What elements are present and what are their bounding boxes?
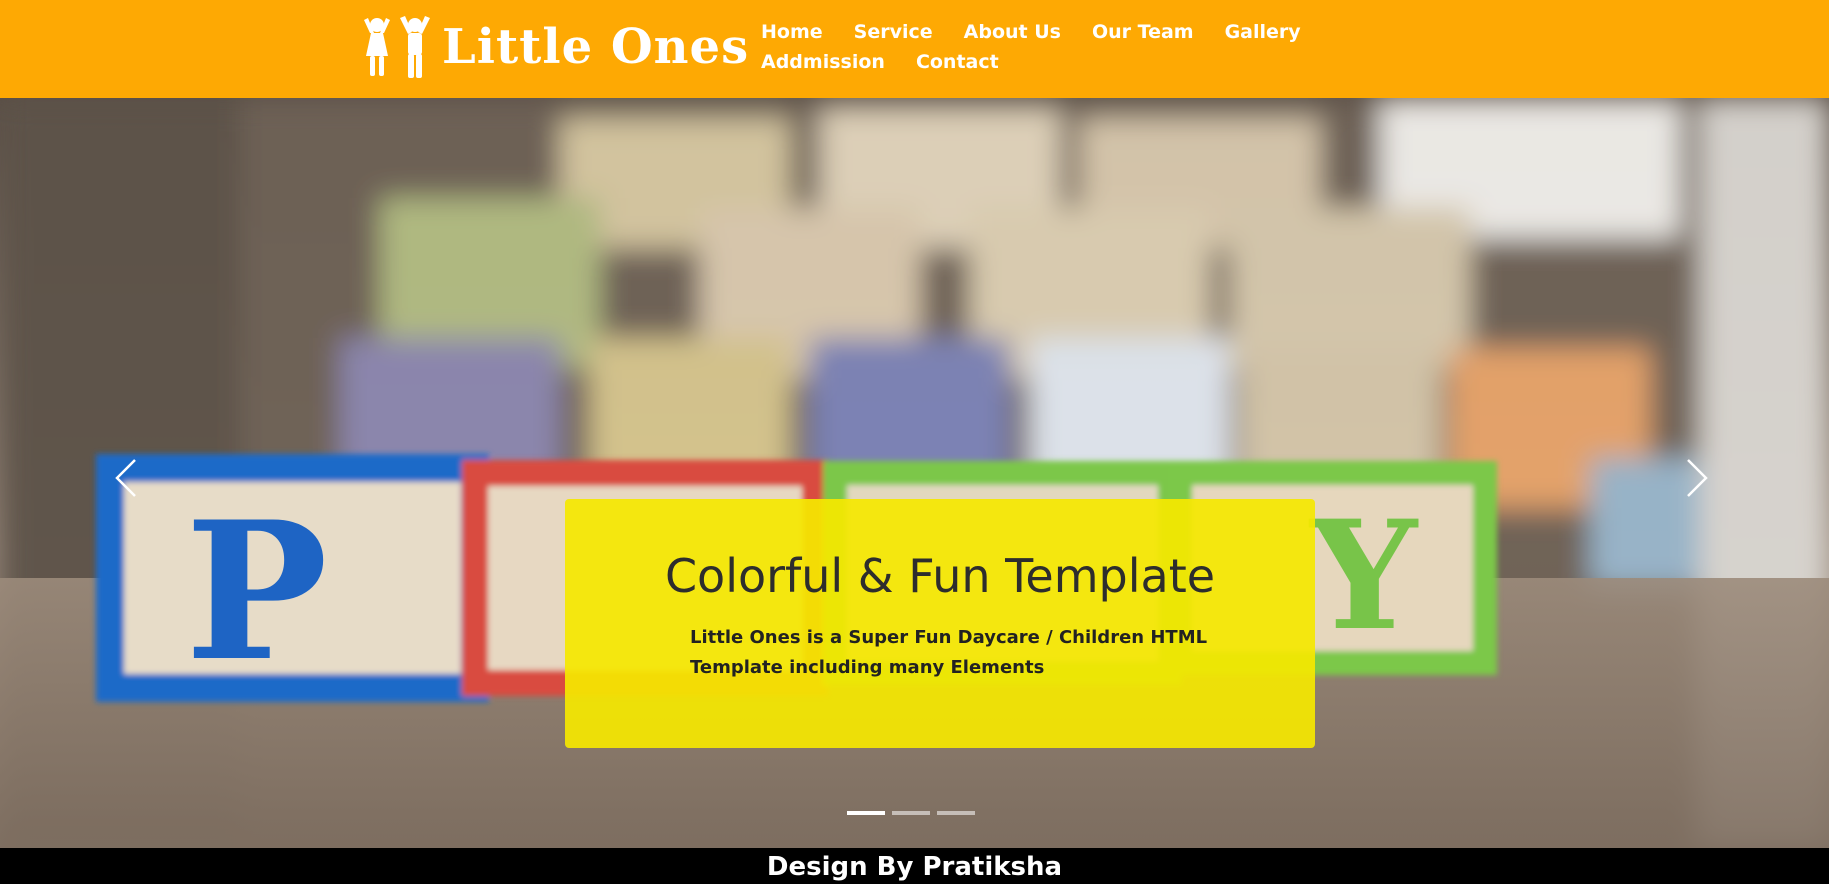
svg-text:Y: Y: [1308, 488, 1419, 664]
nav-about-us[interactable]: About Us: [964, 20, 1061, 44]
svg-text:P: P: [185, 480, 328, 703]
carousel-indicator-2[interactable]: [892, 811, 930, 815]
chevron-right-icon: [1687, 459, 1708, 497]
site-footer: Design By Pratiksha: [0, 848, 1829, 884]
brand-name: Little Ones: [442, 19, 750, 75]
children-icon: [364, 16, 430, 78]
nav-contact[interactable]: Contact: [916, 50, 999, 74]
nav-gallery[interactable]: Gallery: [1225, 20, 1301, 44]
nav-service[interactable]: Service: [854, 20, 933, 44]
main-nav: Home Service About Us Our Team Gallery A…: [761, 20, 1421, 74]
nav-admission[interactable]: Addmission: [761, 50, 885, 74]
caption-text: Little Ones is a Super Fun Daycare / Chi…: [690, 627, 1208, 678]
nav-home[interactable]: Home: [761, 20, 823, 44]
brand-logo[interactable]: Little Ones: [360, 14, 749, 80]
carousel-indicators: [847, 811, 975, 815]
site-header: Little Ones Home Service About Us Our Te…: [0, 0, 1829, 98]
carousel-indicator-1[interactable]: [847, 811, 885, 815]
slide-caption: Colorful & Fun Template Little Ones is a…: [565, 499, 1315, 748]
footer-credit: Design By Pratiksha: [766, 852, 1063, 882]
chevron-left-icon: [115, 459, 136, 497]
nav-our-team[interactable]: Our Team: [1092, 20, 1194, 44]
carousel-next-button[interactable]: [1677, 448, 1717, 508]
carousel-prev-button[interactable]: [106, 448, 146, 508]
caption-title: Colorful & Fun Template: [664, 549, 1216, 603]
carousel-indicator-3[interactable]: [937, 811, 975, 815]
hero-carousel: P Y Colorful & Fun Template Little Ones …: [0, 98, 1829, 848]
